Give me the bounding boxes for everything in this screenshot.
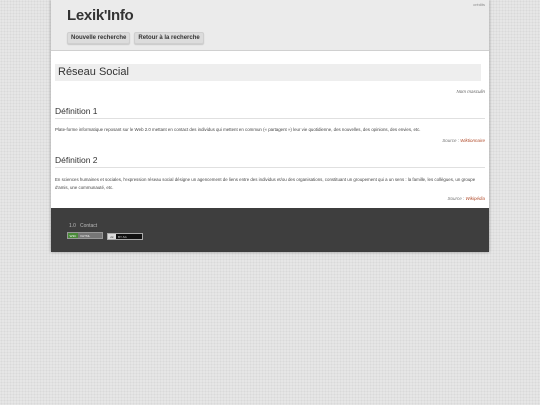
definition-1-text: Plate-forme informatique reposant sur le… (55, 127, 421, 132)
definition-2-heading: Définition 2 (55, 155, 485, 168)
site-logo[interactable]: Lexik'Info (67, 7, 134, 24)
version-label: 1.0 (69, 223, 76, 229)
site-footer: 1.0 Contact W3C XHTML cc BY-SA (51, 208, 489, 252)
credits-link[interactable]: crédits (473, 2, 485, 7)
license-badge[interactable]: cc BY-SA (107, 233, 143, 240)
main-nav: Nouvelle recherche Retour à la recherche (67, 32, 204, 44)
word-gender: Nom masculin (456, 89, 485, 94)
validator-badge-text: XHTML (80, 233, 91, 238)
back-to-search-button[interactable]: Retour à la recherche (134, 32, 204, 44)
new-search-button[interactable]: Nouvelle recherche (67, 32, 131, 44)
source-label: Source : (447, 196, 465, 201)
word-title: Réseau Social (55, 64, 481, 81)
footer-links: 1.0 Contact (69, 223, 97, 229)
validator-badge[interactable]: W3C XHTML (67, 232, 103, 239)
definition-1-source: Source : Wiktionnaire (442, 138, 485, 143)
contact-link[interactable]: Contact (80, 223, 97, 229)
main-content: Réseau Social Nom masculin Définition 1 … (51, 51, 489, 208)
validator-badge-label: W3C (68, 233, 78, 238)
definition-2-text: En sciences humaines et sociales, l'expr… (55, 177, 476, 190)
definition-2-source-link[interactable]: Wikipédia (466, 196, 485, 201)
definition-1-heading: Définition 1 (55, 106, 485, 119)
source-label: Source : (442, 138, 459, 143)
footer-badges: W3C XHTML cc BY-SA (67, 231, 143, 240)
definition-1-source-link[interactable]: Wiktionnaire (460, 138, 485, 143)
definition-2-source: Source : Wikipédia (448, 196, 486, 201)
site-header: crédits Lexik'Info Nouvelle recherche Re… (51, 0, 489, 51)
license-badge-label: cc (108, 234, 116, 239)
license-badge-text: BY-SA (118, 234, 127, 239)
page-container: crédits Lexik'Info Nouvelle recherche Re… (51, 0, 489, 252)
